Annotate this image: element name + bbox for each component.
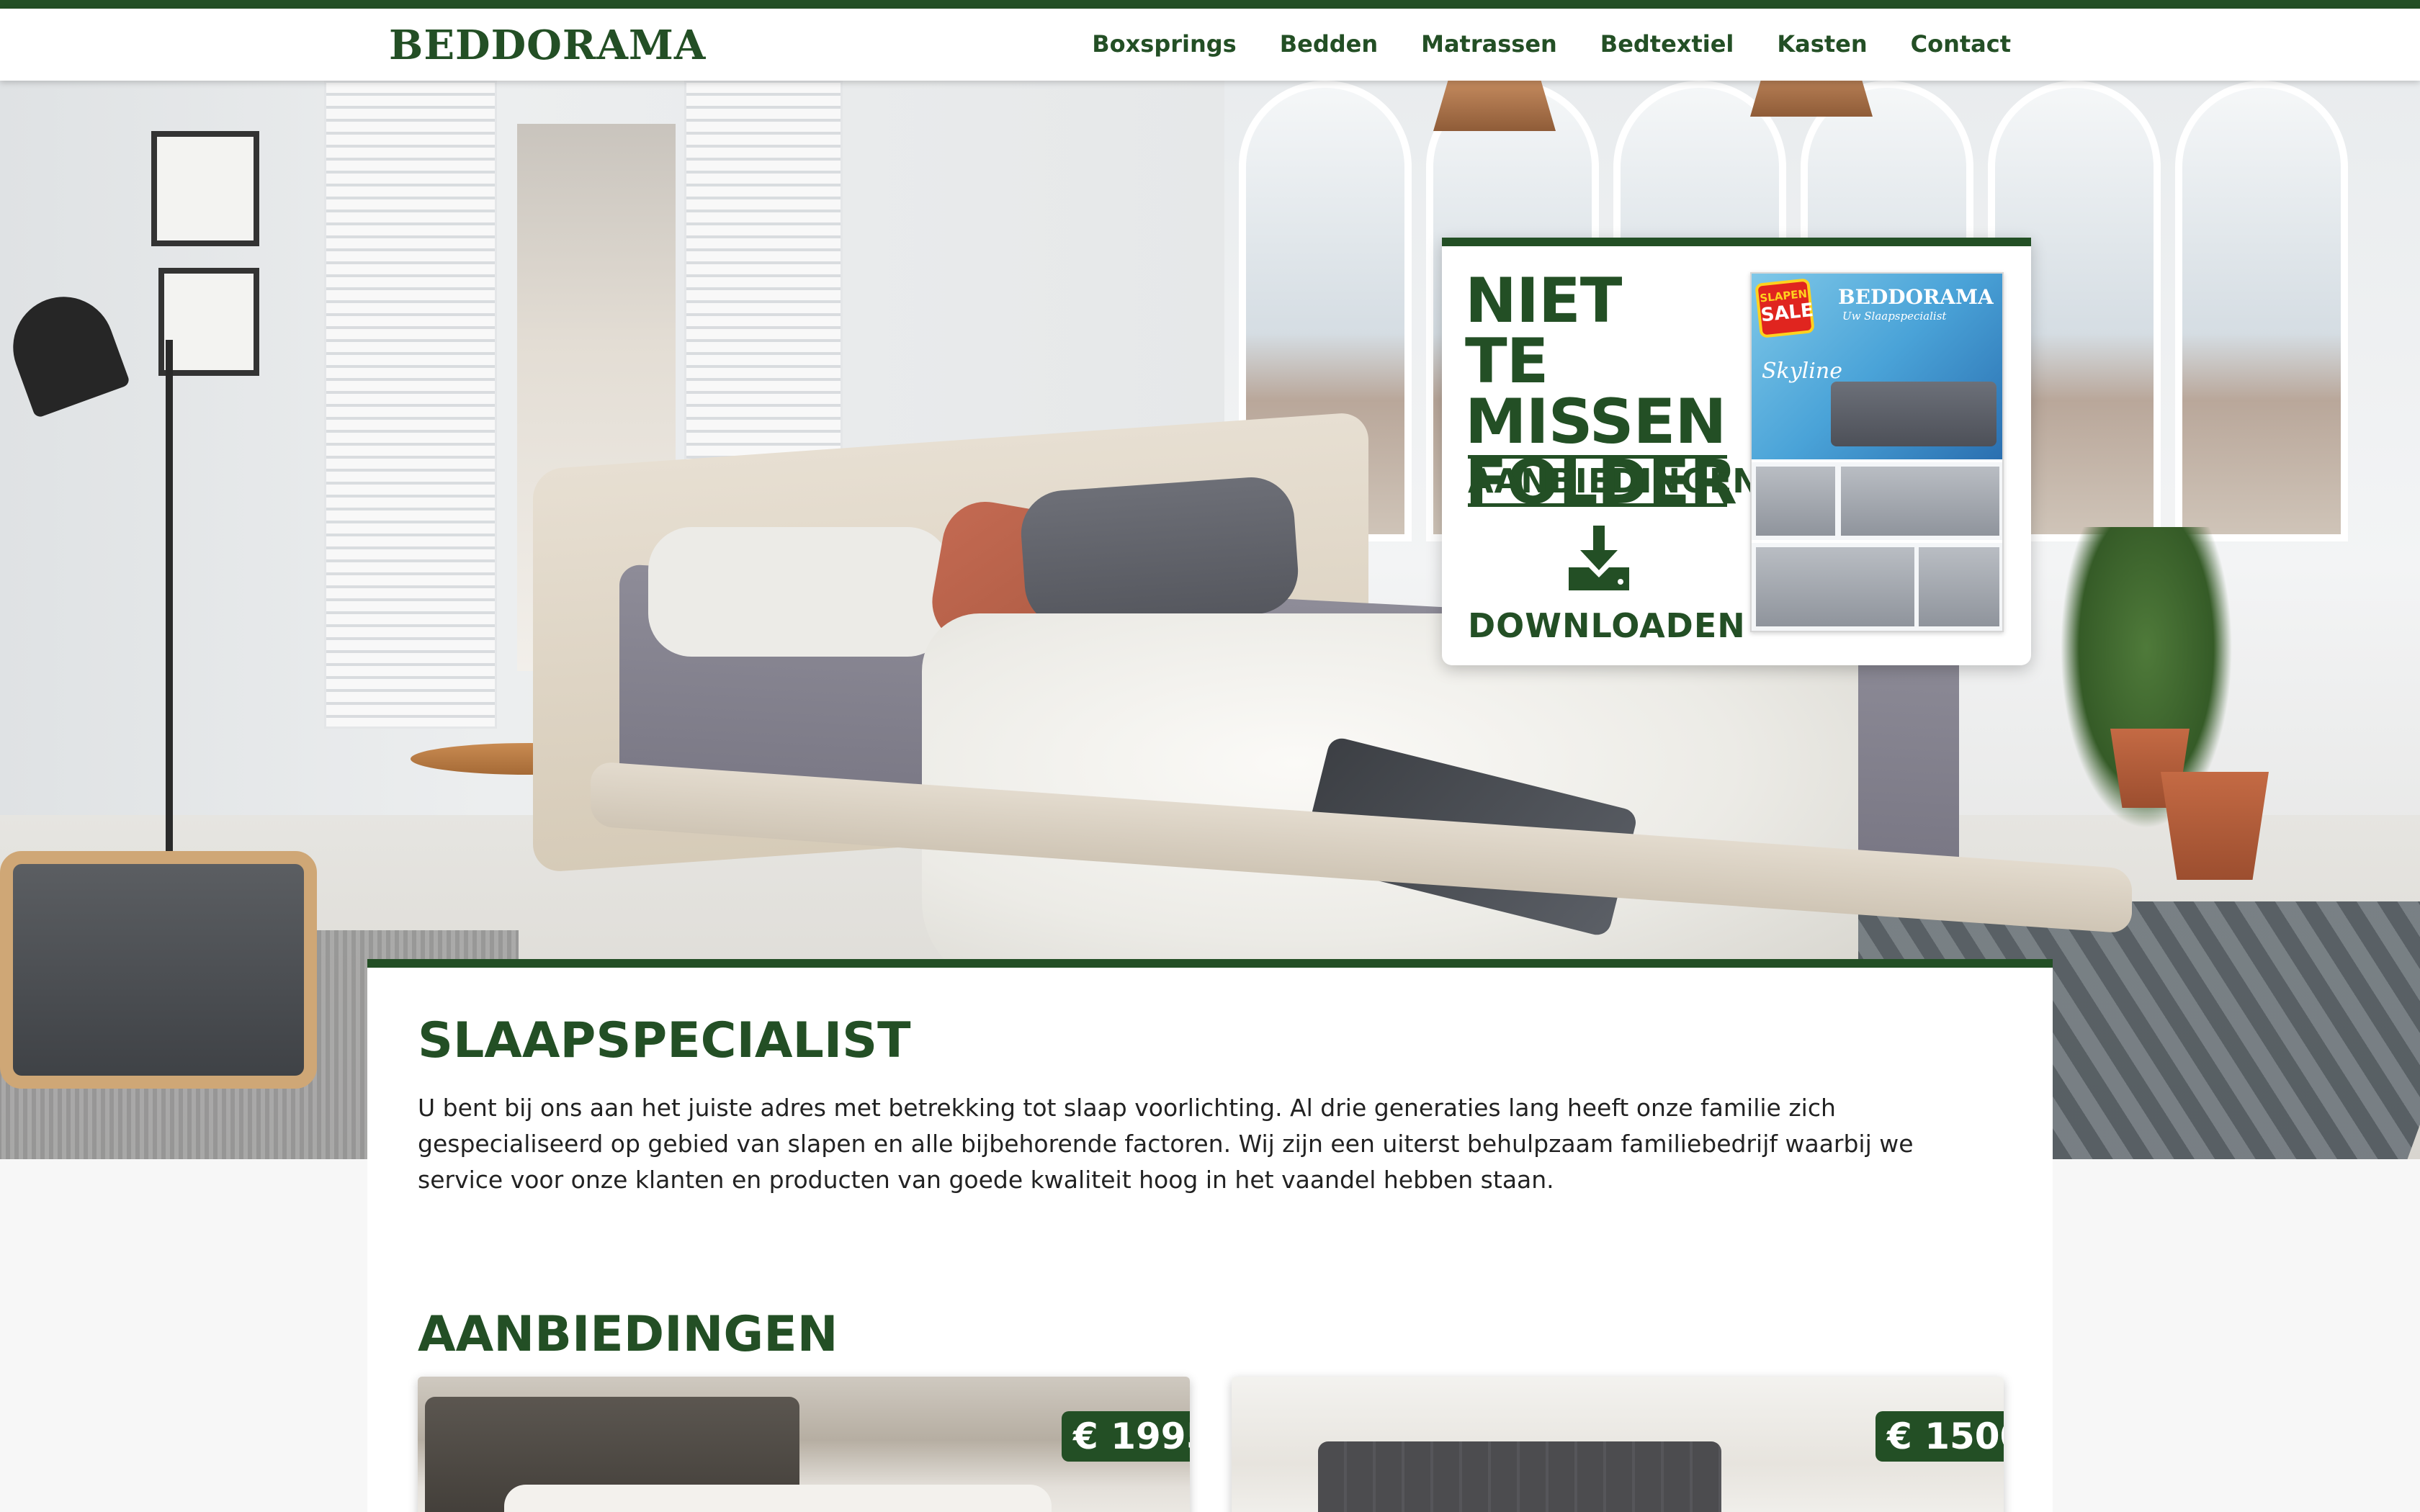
offers-title: AANBIEDINGEN	[418, 1306, 838, 1363]
folder-brand: BEDDORAMA	[1838, 285, 1994, 309]
pendant-lamp	[1433, 81, 1556, 131]
pillow	[1018, 474, 1301, 631]
folder-thumbnail[interactable]: SLAPEN SALE BEDDORAMA Uw Slaapspecialist…	[1750, 272, 2004, 632]
offer-bed-linen	[504, 1485, 1052, 1512]
nav-item-boxsprings[interactable]: Boxsprings	[1092, 30, 1236, 58]
hero-window	[2175, 81, 2348, 541]
folder-promo-card[interactable]: NIET TE MISSEN FOLDER AANBIEDINGEN DOWNL…	[1442, 238, 2031, 665]
folder-bed-image	[1831, 382, 1996, 446]
offer-card[interactable]: € 1995	[418, 1377, 1190, 1512]
folder-script: Skyline	[1762, 359, 1842, 384]
download-icon[interactable]	[1564, 524, 1634, 593]
sale-badge-line2: SALE	[1760, 299, 1815, 327]
price-badge: € 1995	[1062, 1411, 1190, 1462]
pillow	[648, 527, 951, 657]
nav-item-bedtextiel[interactable]: Bedtextiel	[1600, 30, 1734, 58]
site-header: BEDDORAMA Boxsprings Bedden Matrassen Be…	[0, 9, 2420, 81]
nav-item-kasten[interactable]: Kasten	[1777, 30, 1867, 58]
hero-wall-art	[158, 268, 259, 376]
folder-tagline: Uw Slaapspecialist	[1842, 310, 1947, 323]
hero-wall-art	[151, 131, 259, 246]
top-accent-bar	[0, 0, 2420, 9]
plant-pot	[2161, 772, 2269, 880]
nav-item-contact[interactable]: Contact	[1911, 30, 2011, 58]
folder-cover: SLAPEN SALE BEDDORAMA Uw Slaapspecialist…	[1752, 274, 2002, 459]
folder-row	[1752, 462, 2002, 540]
pendant-lamp	[1750, 81, 1873, 117]
about-text: U bent bij ons aan het juiste adres met …	[418, 1094, 1914, 1194]
promo-subtitle: AANBIEDINGEN	[1468, 455, 1760, 507]
main-content: SLAAPSPECIALIST U bent bij ons aan het j…	[367, 959, 2053, 1512]
armchair	[0, 851, 317, 1089]
folder-row	[1752, 543, 2002, 631]
main-nav: Boxsprings Bedden Matrassen Bedtextiel K…	[1092, 30, 2011, 58]
offer-card[interactable]: € 1500	[1232, 1377, 2004, 1512]
download-label[interactable]: DOWNLOADEN	[1468, 606, 1745, 645]
price-badge: € 1500	[1876, 1411, 2004, 1462]
offer-bed-headboard	[1318, 1441, 1721, 1512]
hero-shutter	[324, 81, 497, 729]
nav-item-matrassen[interactable]: Matrassen	[1421, 30, 1557, 58]
about-title: SLAAPSPECIALIST	[418, 1012, 911, 1069]
sale-badge: SLAPEN SALE	[1754, 278, 1815, 338]
nav-item-bedden[interactable]: Bedden	[1280, 30, 1378, 58]
logo[interactable]: BEDDORAMA	[389, 22, 706, 69]
